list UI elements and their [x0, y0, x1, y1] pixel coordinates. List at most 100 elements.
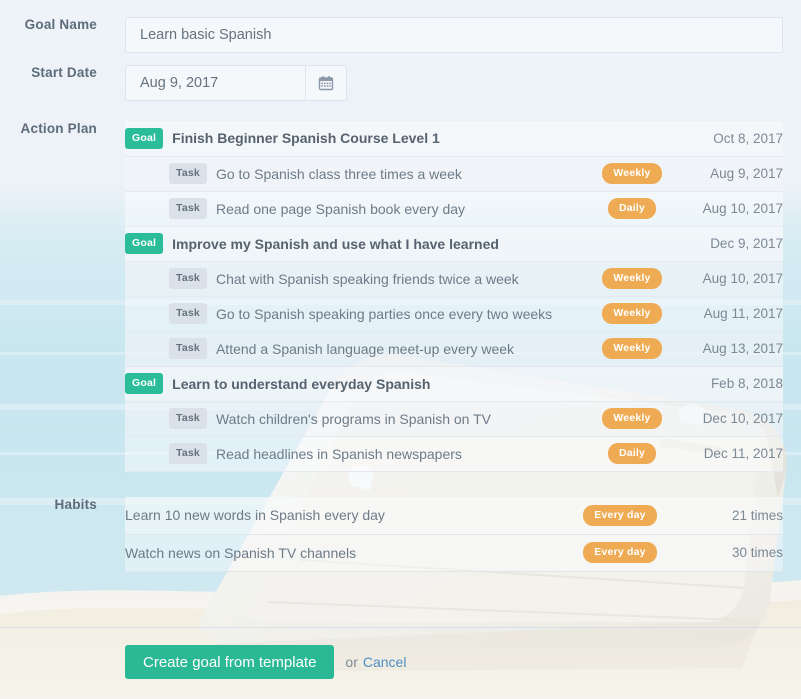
frequency-badge: Weekly	[602, 303, 661, 324]
action-plan-label: Action Plan	[0, 121, 97, 136]
goal-title: Improve my Spanish and use what I have l…	[172, 236, 499, 252]
row-main-cell: Task Read one page Spanish book every day	[125, 191, 589, 226]
habit-count: 30 times	[675, 534, 783, 571]
goal-badge: Goal	[125, 373, 163, 394]
habit-frequency-cell: Every day	[565, 534, 675, 571]
frequency-cell: Weekly	[589, 156, 675, 191]
task-badge: Task	[169, 303, 207, 324]
footer-divider	[0, 627, 801, 628]
row-date: Aug 11, 2017	[675, 296, 783, 331]
start-date-label: Start Date	[0, 65, 97, 80]
action-plan-task-row[interactable]: Task Read headlines in Spanish newspapers…	[125, 436, 783, 471]
habit-count: 21 times	[675, 497, 783, 534]
goal-name-field-body	[125, 17, 801, 53]
start-date-field-body	[125, 65, 801, 101]
or-label: or	[345, 654, 357, 670]
habit-frequency-badge: Every day	[583, 505, 656, 526]
calendar-icon	[318, 75, 334, 91]
frequency-cell: Daily	[589, 436, 675, 471]
frequency-badge: Weekly	[602, 408, 661, 429]
habit-name: Watch news on Spanish TV channels	[125, 534, 565, 571]
row-main-cell: Goal Finish Beginner Spanish Course Level…	[125, 121, 589, 156]
frequency-badge: Weekly	[602, 163, 661, 184]
task-badge: Task	[169, 163, 207, 184]
start-date-input-group	[125, 65, 801, 101]
action-plan-task-row[interactable]: Task Go to Spanish speaking parties once …	[125, 296, 783, 331]
habits-table: Learn 10 new words in Spanish every dayE…	[125, 497, 783, 572]
frequency-cell: Weekly	[589, 296, 675, 331]
frequency-cell: Daily	[589, 191, 675, 226]
row-main-cell: Task Go to Spanish class three times a we…	[125, 156, 589, 191]
task-badge: Task	[169, 408, 207, 429]
goal-name-row: Goal Name	[0, 17, 801, 53]
habits-label: Habits	[0, 497, 97, 512]
task-title: Attend a Spanish language meet-up every …	[216, 341, 514, 357]
frequency-cell: Weekly	[589, 331, 675, 366]
habit-row[interactable]: Learn 10 new words in Spanish every dayE…	[125, 497, 783, 534]
frequency-cell	[589, 121, 675, 156]
calendar-picker-button[interactable]	[305, 65, 347, 101]
task-badge: Task	[169, 443, 207, 464]
row-main-cell: Goal Improve my Spanish and use what I ha…	[125, 226, 589, 261]
task-title: Go to Spanish speaking parties once ever…	[216, 306, 552, 322]
start-date-input[interactable]	[125, 65, 305, 101]
action-plan-table: Goal Finish Beginner Spanish Course Level…	[125, 121, 783, 472]
habit-frequency-cell: Every day	[565, 497, 675, 534]
frequency-badge: Weekly	[602, 268, 661, 289]
action-plan-task-row[interactable]: Task Chat with Spanish speaking friends t…	[125, 261, 783, 296]
task-title: Watch children's programs in Spanish on …	[216, 411, 491, 427]
row-date: Feb 8, 2018	[675, 366, 783, 401]
action-plan-task-row[interactable]: Task Watch children's programs in Spanish…	[125, 401, 783, 436]
task-badge: Task	[169, 198, 207, 219]
task-badge: Task	[169, 268, 207, 289]
task-badge: Task	[169, 338, 207, 359]
task-title: Read headlines in Spanish newspapers	[216, 446, 462, 462]
goal-badge: Goal	[125, 128, 163, 149]
action-plan-task-row[interactable]: Task Go to Spanish class three times a we…	[125, 156, 783, 191]
row-date: Aug 10, 2017	[675, 191, 783, 226]
action-plan-goal-row[interactable]: Goal Improve my Spanish and use what I ha…	[125, 226, 783, 261]
row-main-cell: Task Chat with Spanish speaking friends t…	[125, 261, 589, 296]
action-plan-table-body: Goal Finish Beginner Spanish Course Level…	[125, 121, 783, 471]
goal-name-label: Goal Name	[0, 17, 97, 32]
form-footer: Create goal from template or Cancel	[125, 645, 406, 679]
goal-badge: Goal	[125, 233, 163, 254]
row-date: Aug 10, 2017	[675, 261, 783, 296]
frequency-badge: Daily	[608, 443, 656, 464]
goal-title: Learn to understand everyday Spanish	[172, 376, 430, 392]
action-plan-goal-row[interactable]: Goal Finish Beginner Spanish Course Level…	[125, 121, 783, 156]
row-main-cell: Task Watch children's programs in Spanish…	[125, 401, 589, 436]
frequency-badge: Daily	[608, 198, 656, 219]
row-main-cell: Task Read headlines in Spanish newspapers	[125, 436, 589, 471]
goal-title: Finish Beginner Spanish Course Level 1	[172, 130, 440, 146]
task-title: Chat with Spanish speaking friends twice…	[216, 271, 519, 287]
action-plan-body: Goal Finish Beginner Spanish Course Level…	[125, 121, 801, 472]
row-date: Dec 10, 2017	[675, 401, 783, 436]
action-plan-row: Action Plan Goal Finish Beginner Spanish …	[0, 121, 801, 472]
frequency-cell: Weekly	[589, 401, 675, 436]
habit-row[interactable]: Watch news on Spanish TV channels Every d…	[125, 534, 783, 571]
habits-body: Learn 10 new words in Spanish every dayE…	[125, 497, 801, 572]
habits-row: Habits Learn 10 new words in Spanish eve…	[0, 497, 801, 572]
create-goal-from-template-form: Goal Name Start Date	[0, 0, 801, 699]
create-goal-from-template-button[interactable]: Create goal from template	[125, 645, 334, 679]
action-plan-goal-row[interactable]: Goal Learn to understand everyday Spanish…	[125, 366, 783, 401]
frequency-cell	[589, 226, 675, 261]
habits-table-body: Learn 10 new words in Spanish every dayE…	[125, 497, 783, 571]
cancel-link[interactable]: Cancel	[363, 654, 407, 670]
action-plan-task-row[interactable]: Task Attend a Spanish language meet-up ev…	[125, 331, 783, 366]
row-date: Oct 8, 2017	[675, 121, 783, 156]
row-date: Dec 11, 2017	[675, 436, 783, 471]
task-title: Read one page Spanish book every day	[216, 201, 465, 217]
start-date-row: Start Date	[0, 65, 801, 101]
frequency-cell	[589, 366, 675, 401]
goal-name-input[interactable]	[125, 17, 783, 53]
habit-frequency-badge: Every day	[583, 542, 656, 563]
frequency-badge: Weekly	[602, 338, 661, 359]
action-plan-task-row[interactable]: Task Read one page Spanish book every day…	[125, 191, 783, 226]
row-main-cell: Task Attend a Spanish language meet-up ev…	[125, 331, 589, 366]
task-title: Go to Spanish class three times a week	[216, 166, 462, 182]
row-date: Aug 13, 2017	[675, 331, 783, 366]
row-main-cell: Goal Learn to understand everyday Spanish	[125, 366, 589, 401]
row-date: Aug 9, 2017	[675, 156, 783, 191]
